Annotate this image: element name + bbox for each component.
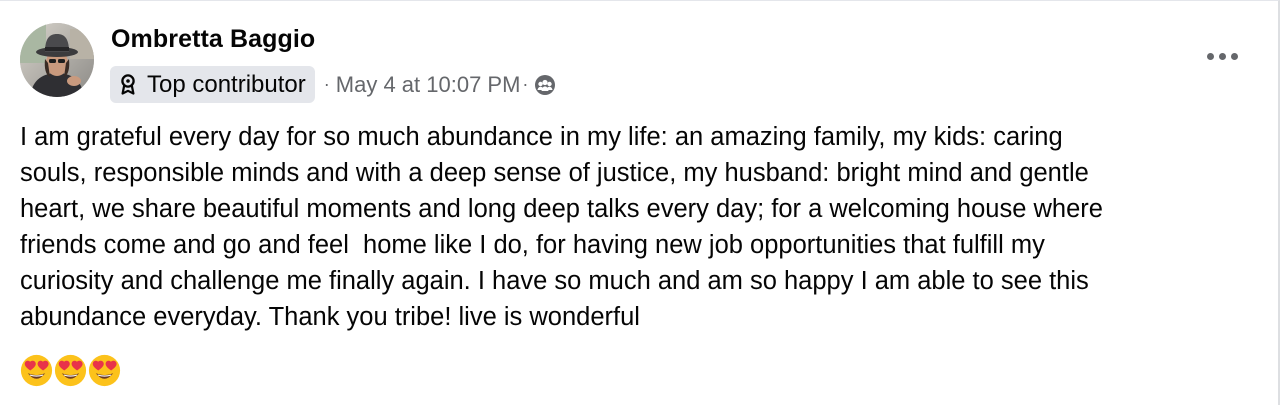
more-horizontal-icon	[1218, 52, 1226, 60]
more-horizontal-icon	[1230, 52, 1238, 60]
post-meta: Top contributor · May 4 at 10:07 PM ·	[110, 66, 557, 103]
meta-separator: ·	[323, 74, 330, 94]
badge-label: Top contributor	[147, 70, 306, 98]
emoji-row	[20, 353, 121, 387]
top-contributor-badge[interactable]: Top contributor	[110, 66, 315, 103]
more-horizontal-icon	[1206, 52, 1214, 60]
heart-eyes-emoji	[54, 354, 87, 386]
author-name[interactable]: Ombretta Baggio	[111, 25, 315, 54]
group-members-icon[interactable]	[533, 73, 557, 97]
post-timestamp[interactable]: May 4 at 10:07 PM	[336, 72, 521, 98]
more-options-button[interactable]	[1200, 41, 1244, 71]
profile-photo	[20, 23, 94, 97]
meta-dot: ·	[522, 74, 529, 94]
award-ribbon-icon	[119, 74, 137, 96]
heart-eyes-emoji	[20, 354, 53, 386]
post-card: Ombretta Baggio Top contributor · May 4 …	[0, 0, 1280, 405]
post-body-text: I am grateful every day for so much abun…	[20, 123, 1103, 331]
author-avatar[interactable]	[20, 23, 94, 97]
heart-eyes-emoji	[88, 354, 121, 386]
